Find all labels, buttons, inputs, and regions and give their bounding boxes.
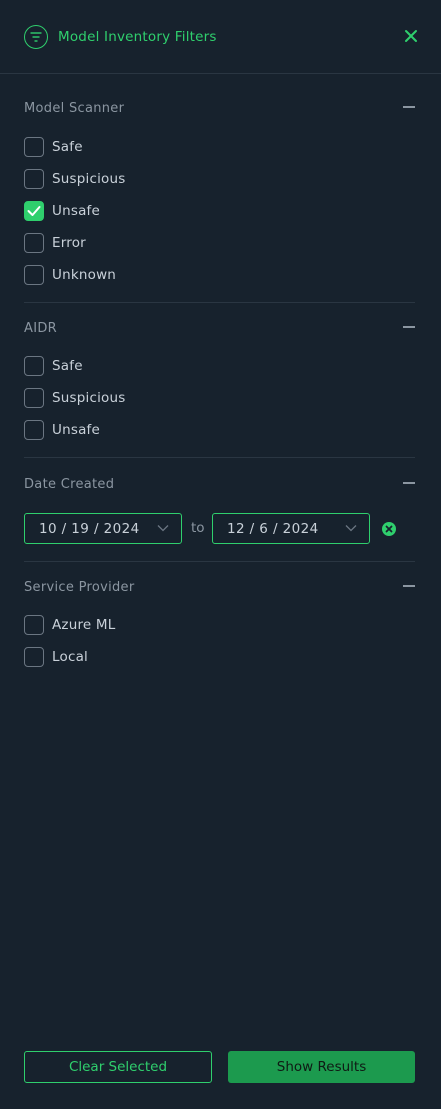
aidr-section: AIDR Safe Suspicious Unsafe — [24, 321, 415, 451]
checkbox-option-unknown[interactable]: Unknown — [24, 264, 116, 286]
date-to-input[interactable]: 12 / 6 / 2024 — [212, 513, 370, 544]
option-label: Error — [52, 235, 86, 251]
checkbox[interactable] — [24, 615, 44, 635]
option-label: Safe — [52, 139, 83, 155]
checkbox[interactable] — [24, 233, 44, 253]
clear-date-icon[interactable] — [382, 521, 396, 536]
show-results-button[interactable]: Show Results — [228, 1051, 415, 1083]
chevron-down-icon — [345, 525, 357, 532]
checkbox-option-local[interactable]: Local — [24, 646, 88, 668]
date-from-value: 10 / 19 / 2024 — [39, 520, 140, 537]
checkbox-option-error[interactable]: Error — [24, 232, 86, 254]
filter-icon — [24, 25, 48, 49]
option-label: Azure ML — [52, 617, 116, 633]
clear-selected-button[interactable]: Clear Selected — [24, 1051, 212, 1083]
panel-title: Model Inventory Filters — [58, 29, 217, 45]
option-label: Unsafe — [52, 422, 101, 438]
collapse-icon[interactable] — [403, 326, 415, 328]
checkbox[interactable] — [24, 265, 44, 285]
checkbox[interactable] — [24, 169, 44, 189]
option-label: Suspicious — [52, 171, 126, 187]
date-created-section: Date Created 10 / 19 / 2024 to 12 / 6 / … — [24, 477, 415, 547]
section-title: Service Provider — [24, 580, 135, 595]
checkbox[interactable] — [24, 137, 44, 157]
checkbox[interactable] — [24, 420, 44, 440]
section-divider — [24, 302, 415, 303]
collapse-icon[interactable] — [403, 585, 415, 587]
section-divider — [24, 561, 415, 562]
collapse-icon[interactable] — [403, 106, 415, 108]
date-from-input[interactable]: 10 / 19 / 2024 — [24, 513, 182, 544]
service-provider-section: Service Provider Azure ML Local — [24, 580, 415, 680]
checkbox-option-unsafe[interactable]: Unsafe — [24, 419, 100, 441]
checkbox-option-safe[interactable]: Safe — [24, 136, 83, 158]
section-divider — [24, 457, 415, 458]
checkbox-option-suspicious[interactable]: Suspicious — [24, 387, 126, 409]
checkbox-option-azure-ml[interactable]: Azure ML — [24, 614, 116, 636]
date-range: 10 / 19 / 2024 to 12 / 6 / 2024 — [24, 513, 415, 544]
date-to-label: to — [191, 520, 205, 536]
checkbox-option-safe[interactable]: Safe — [24, 355, 83, 377]
checkbox-option-unsafe[interactable]: Unsafe — [24, 200, 100, 222]
section-title: Model Scanner — [24, 101, 125, 116]
collapse-icon[interactable] — [403, 482, 415, 484]
chevron-down-icon — [157, 525, 169, 532]
checkbox[interactable] — [24, 356, 44, 376]
option-label: Safe — [52, 358, 83, 374]
option-label: Unsafe — [52, 203, 101, 219]
filters-header: Model Inventory Filters — [0, 0, 441, 74]
model-scanner-section: Model Scanner Safe Suspicious Unsafe Err… — [24, 101, 415, 291]
option-label: Unknown — [52, 267, 117, 283]
section-title: AIDR — [24, 321, 57, 336]
section-title: Date Created — [24, 477, 115, 492]
checkbox[interactable] — [24, 388, 44, 408]
option-label: Local — [52, 649, 88, 665]
checkbox-checked[interactable] — [24, 201, 44, 221]
date-to-value: 12 / 6 / 2024 — [227, 520, 319, 537]
checkbox[interactable] — [24, 647, 44, 667]
option-label: Suspicious — [52, 390, 126, 406]
checkbox-option-suspicious[interactable]: Suspicious — [24, 168, 126, 190]
checkmark-icon — [27, 206, 41, 216]
close-icon[interactable] — [403, 28, 419, 44]
